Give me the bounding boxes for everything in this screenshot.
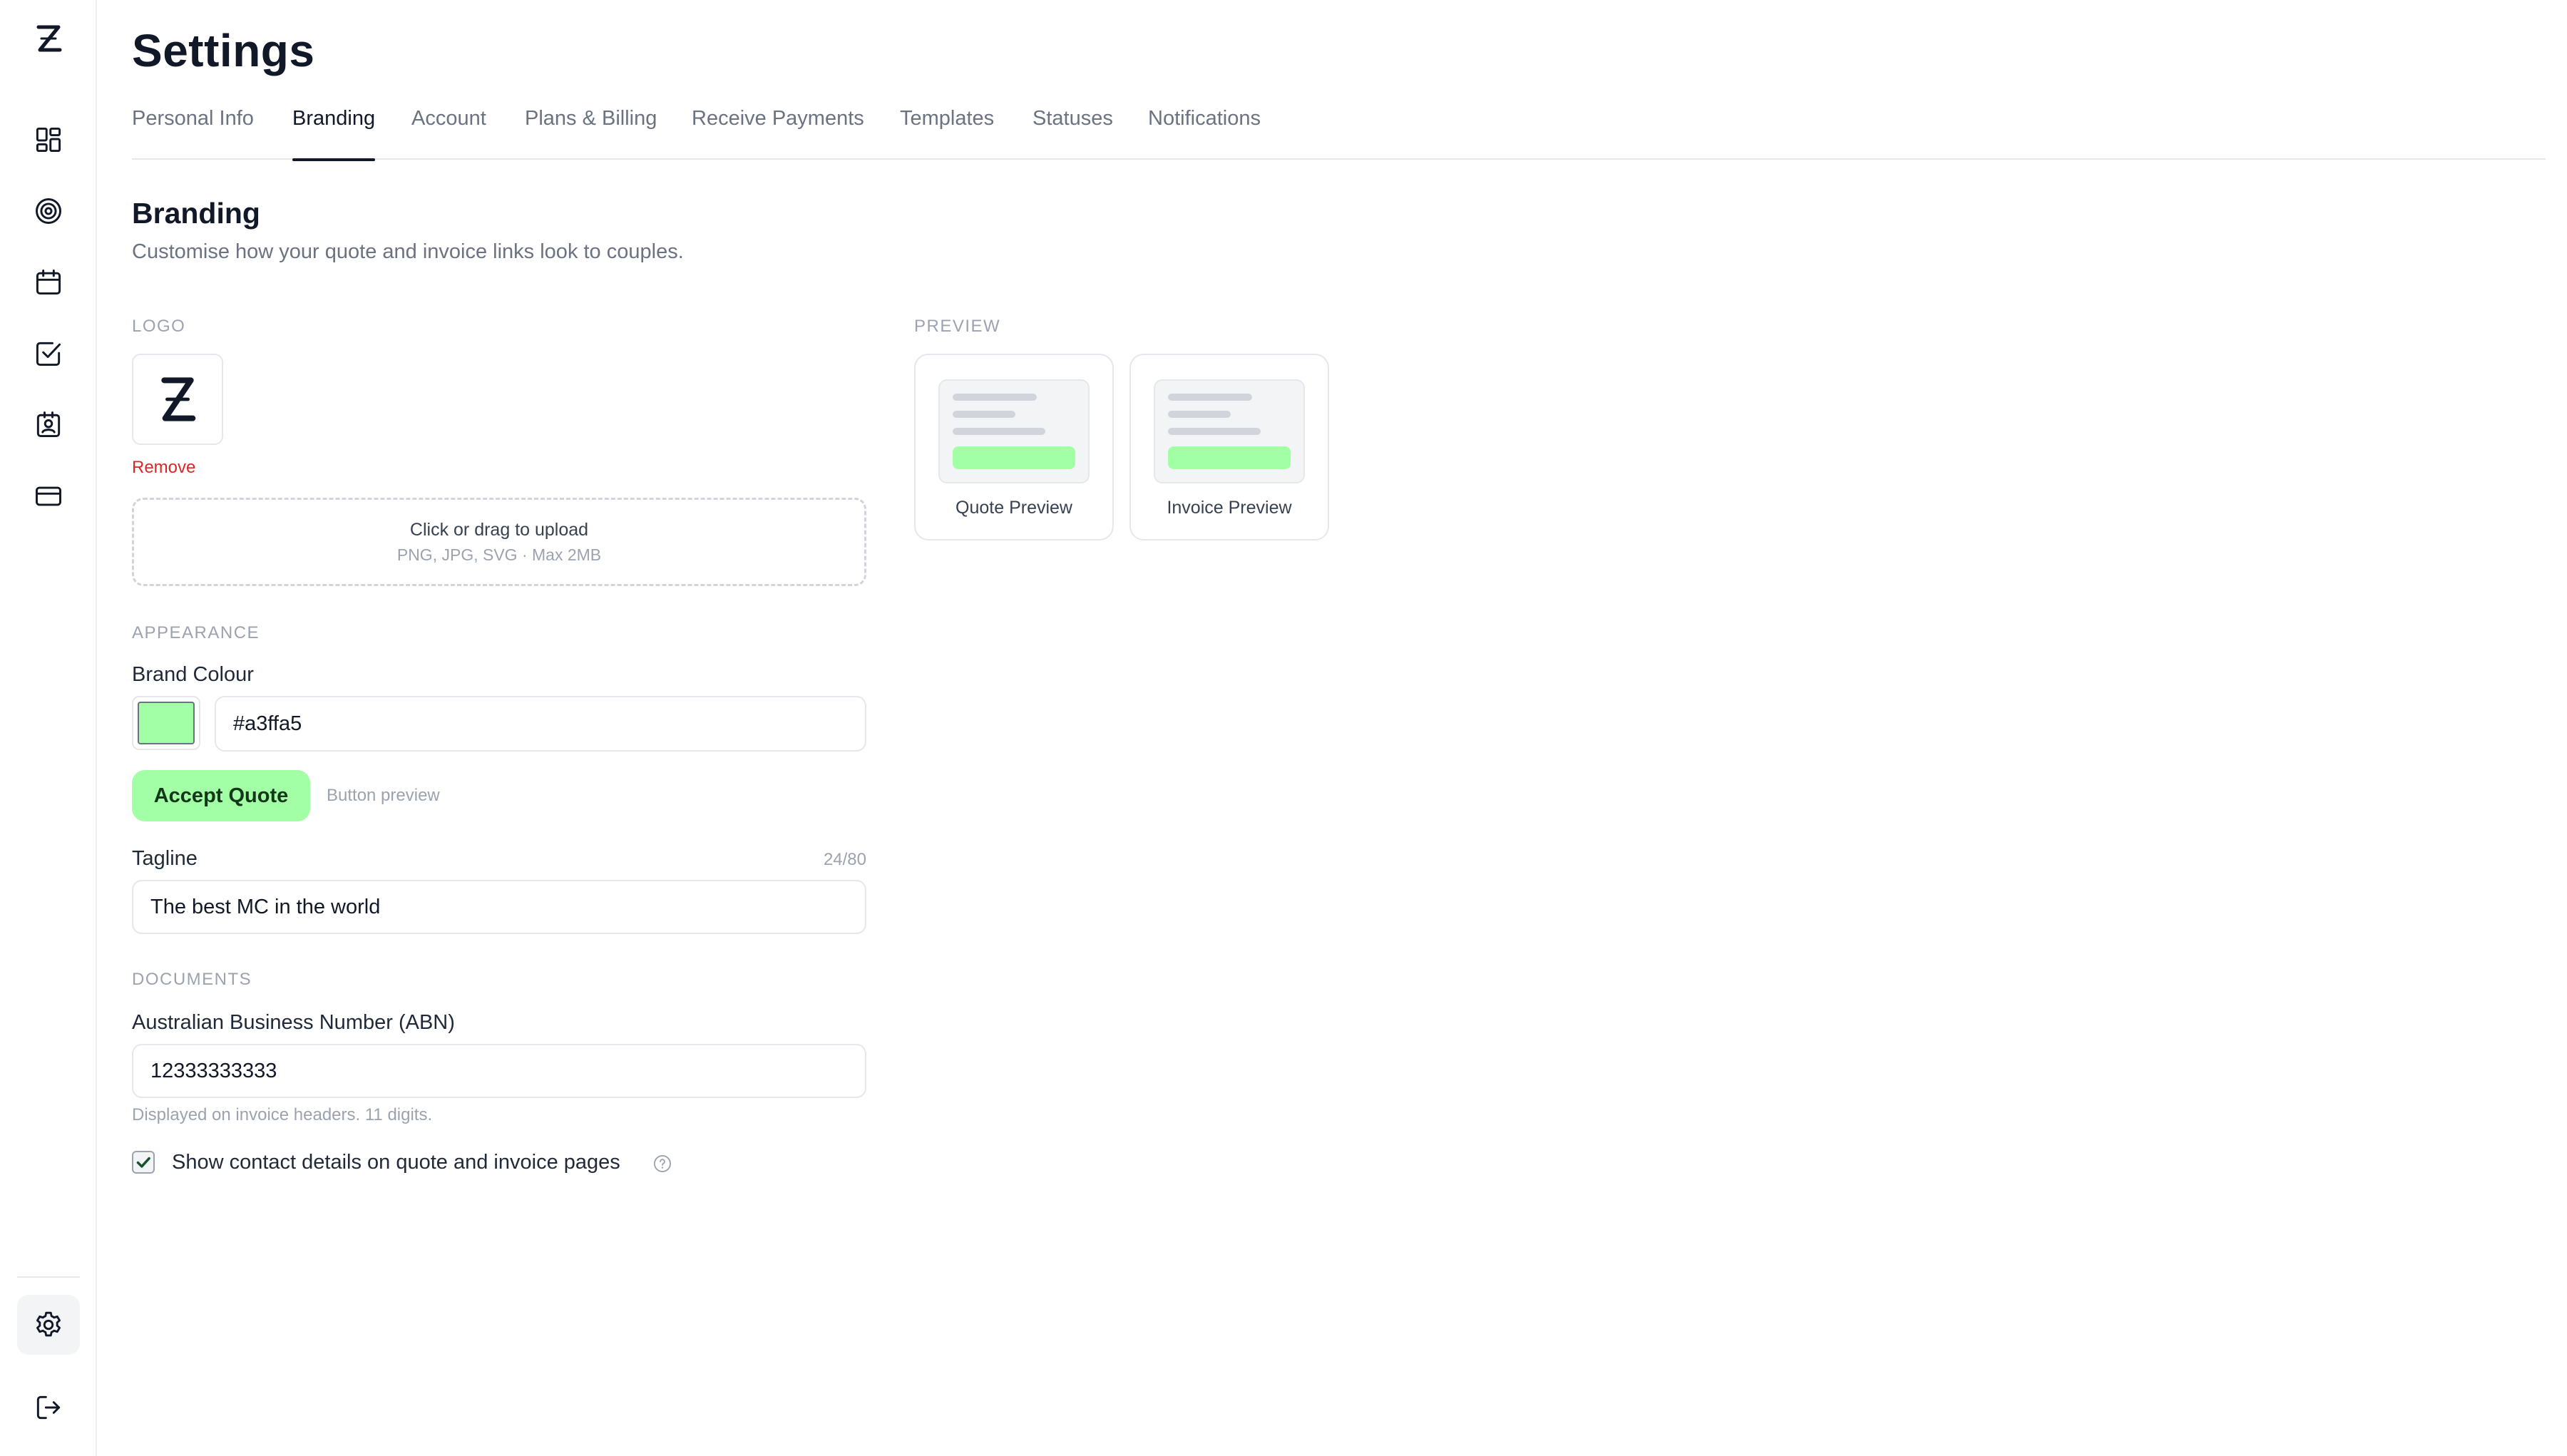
brand-logo[interactable] [31, 20, 66, 57]
task-check-icon[interactable] [31, 337, 66, 371]
brand-logo-image [161, 377, 196, 421]
tab-branding[interactable]: Branding [292, 107, 376, 161]
abn-input[interactable] [132, 1044, 866, 1098]
tagline-counter: 24/80 [823, 850, 866, 869]
tab-statuses[interactable]: Statuses [1033, 107, 1113, 160]
help-circle-icon[interactable] [652, 1154, 672, 1174]
invoice-preview-card[interactable]: Invoice Preview [1129, 354, 1329, 540]
brand-colour-label: Brand Colour [132, 663, 254, 686]
quote-preview-card[interactable]: Quote Preview [914, 354, 1114, 540]
quote-preview-thumbnail [938, 379, 1090, 483]
logo-upload-dropzone[interactable]: Click or drag to upload PNG, JPG, SVG · … [132, 498, 866, 586]
dashboard-icon[interactable] [31, 123, 66, 157]
upload-title: Click or drag to upload [409, 520, 589, 540]
show-contact-label[interactable]: Show contact details on quote and invoic… [172, 1151, 620, 1174]
tab-notifications[interactable]: Notifications [1148, 107, 1261, 160]
section-subtitle: Customise how your quote and invoice lin… [132, 240, 684, 263]
preview-section-label: PREVIEW [914, 317, 1001, 336]
tab-templates[interactable]: Templates [900, 107, 994, 160]
target-icon[interactable] [31, 194, 66, 228]
tagline-label: Tagline [132, 847, 198, 870]
quote-preview-cta-bar [953, 446, 1075, 469]
brand-colour-input[interactable] [215, 696, 866, 752]
tab-plans-billing[interactable]: Plans & Billing [525, 107, 657, 160]
brand-colour-swatch-fill [138, 702, 195, 744]
sidebar [0, 0, 97, 1456]
settings-main: Settings Personal Info Branding Account … [132, 0, 2546, 1456]
check-icon [136, 1157, 150, 1168]
settings-tabs: Personal Info Branding Account Plans & B… [132, 107, 2546, 161]
tagline-input[interactable] [132, 880, 866, 934]
invoice-preview-thumbnail [1154, 379, 1305, 483]
invoice-preview-label: Invoice Preview [1167, 498, 1292, 518]
logo-section-label: LOGO [132, 317, 186, 336]
upload-hint: PNG, JPG, SVG · Max 2MB [396, 545, 602, 564]
documents-section-label: DOCUMENTS [132, 970, 252, 989]
accept-quote-button-preview[interactable]: Accept Quote [132, 770, 310, 821]
button-preview-note: Button preview [327, 786, 440, 805]
tab-receive-payments[interactable]: Receive Payments [692, 107, 864, 160]
page-title: Settings [132, 25, 315, 76]
show-contact-checkbox[interactable] [132, 1151, 155, 1174]
brand-colour-swatch[interactable] [132, 696, 200, 750]
invoice-preview-cta-bar [1168, 446, 1291, 469]
quote-preview-label: Quote Preview [955, 498, 1072, 518]
section-title: Branding [132, 197, 260, 230]
calendar-icon[interactable] [31, 265, 66, 299]
logo-thumbnail [132, 354, 223, 445]
tab-personal-info[interactable]: Personal Info [132, 107, 254, 160]
logout-icon[interactable] [31, 1390, 66, 1425]
contacts-icon[interactable] [31, 408, 66, 442]
remove-logo-link[interactable]: Remove [132, 458, 195, 478]
card-icon[interactable] [31, 479, 66, 513]
abn-label: Australian Business Number (ABN) [132, 1011, 455, 1034]
tab-account[interactable]: Account [411, 107, 486, 160]
appearance-section-label: APPEARANCE [132, 623, 260, 642]
sidebar-divider [17, 1276, 80, 1278]
abn-helper-text: Displayed on invoice headers. 11 digits. [132, 1105, 433, 1124]
settings-icon[interactable] [17, 1295, 80, 1355]
